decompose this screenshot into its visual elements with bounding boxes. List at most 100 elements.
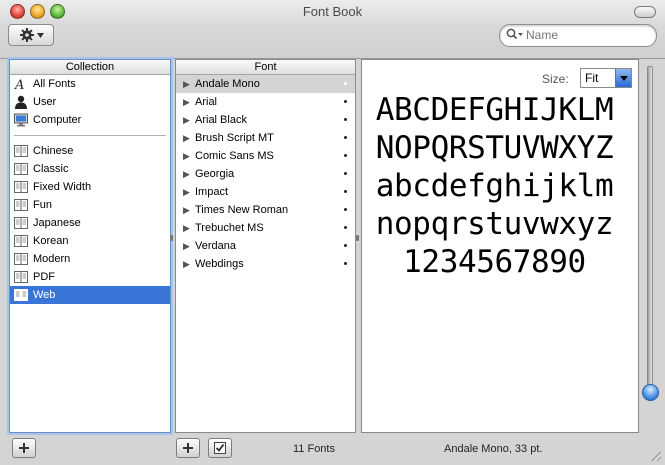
disclosure-triangle-icon[interactable]: ▶ xyxy=(183,165,190,183)
collection-item-web[interactable]: Web xyxy=(10,286,170,304)
collection-column-header[interactable]: Collection xyxy=(10,60,170,75)
font-item-verdana[interactable]: ▶ Verdana xyxy=(176,237,355,255)
font-collection-icon xyxy=(14,217,28,229)
font-enabled-dot-icon xyxy=(344,154,347,157)
add-collection-button[interactable] xyxy=(12,438,36,458)
checkbox-icon xyxy=(214,442,226,454)
action-menu-button[interactable] xyxy=(8,24,54,46)
font-item-label: Verdana xyxy=(195,240,236,252)
collection-item-japanese[interactable]: Japanese xyxy=(10,214,170,232)
sample-line: 1234567890 xyxy=(403,244,586,280)
font-collection-icon xyxy=(14,199,28,211)
font-item-andale-mono[interactable]: ▶ Andale Mono xyxy=(176,75,355,93)
collection-item-label: All Fonts xyxy=(33,78,76,90)
resize-grip[interactable] xyxy=(651,451,661,461)
user-silhouette-icon xyxy=(15,95,27,109)
collection-item-label: Modern xyxy=(33,253,71,265)
search-field[interactable] xyxy=(499,24,657,47)
font-item-trebuchet-ms[interactable]: ▶ Trebuchet MS xyxy=(176,219,355,237)
pane-splitter-left[interactable] xyxy=(170,235,173,241)
plus-icon xyxy=(183,443,193,453)
size-value: Fit xyxy=(585,71,599,85)
pane-splitter-right[interactable] xyxy=(356,235,359,241)
add-font-button[interactable] xyxy=(176,438,200,458)
selected-font-info: Andale Mono, 33 pt. xyxy=(444,443,543,455)
font-enabled-dot-icon xyxy=(344,208,347,211)
font-collection-icon xyxy=(14,181,28,193)
collection-item-computer[interactable]: Computer xyxy=(10,111,170,129)
font-list[interactable]: Font ▶ Andale Mono ▶ Arial ▶ Arial Black ▶ Brus… xyxy=(175,59,356,433)
size-label: Size: xyxy=(542,72,569,86)
font-item-brush-script-mt[interactable]: ▶ Brush Script MT xyxy=(176,129,355,147)
font-column-header[interactable]: Font xyxy=(176,60,355,75)
sample-line: ABCDEFGHIJKLM xyxy=(375,92,614,128)
collection-item-classic[interactable]: Classic xyxy=(10,160,170,178)
collection-item-label: User xyxy=(33,96,57,108)
svg-text:A: A xyxy=(14,78,24,91)
font-item-label: Impact xyxy=(195,186,229,198)
font-collection-icon xyxy=(14,253,28,265)
collection-item-fun[interactable]: Fun xyxy=(10,196,170,214)
disclosure-triangle-icon[interactable]: ▶ xyxy=(183,255,190,273)
font-item-arial-black[interactable]: ▶ Arial Black xyxy=(176,111,355,129)
collection-item-fixed-width[interactable]: Fixed Width xyxy=(10,178,170,196)
gear-icon xyxy=(19,28,34,42)
collection-divider xyxy=(14,135,166,136)
font-item-label: Brush Script MT xyxy=(195,132,274,144)
font-enabled-dot-icon xyxy=(344,244,347,247)
collection-item-pdf[interactable]: PDF xyxy=(10,268,170,286)
collection-item-chinese[interactable]: Chinese xyxy=(10,142,170,160)
size-popup[interactable]: Fit xyxy=(580,68,632,88)
collection-item-modern[interactable]: Modern xyxy=(10,250,170,268)
size-slider-track[interactable] xyxy=(647,66,653,400)
collection-item-label: Classic xyxy=(33,163,69,175)
collection-item-korean[interactable]: Korean xyxy=(10,232,170,250)
collection-item-label: Web xyxy=(33,289,56,301)
font-enabled-dot-icon xyxy=(344,172,347,175)
disclosure-triangle-icon[interactable]: ▶ xyxy=(183,111,190,129)
collection-item-all-fonts[interactable]: A All Fonts xyxy=(10,75,170,93)
collection-item-user[interactable]: User xyxy=(10,93,170,111)
font-item-webdings[interactable]: ▶ Webdings xyxy=(176,255,355,273)
collection-item-label: Chinese xyxy=(33,145,74,157)
font-enabled-dot-icon xyxy=(344,226,347,229)
computer-monitor-icon xyxy=(14,113,28,127)
font-collection-icon xyxy=(14,163,28,175)
font-item-label: Andale Mono xyxy=(195,78,260,90)
toolbar-toggle-button[interactable] xyxy=(634,6,656,18)
sample-line: NOPQRSTUVWXYZ xyxy=(375,130,614,166)
disclosure-triangle-icon[interactable]: ▶ xyxy=(183,237,190,255)
font-item-arial[interactable]: ▶ Arial xyxy=(176,93,355,111)
font-item-label: Arial xyxy=(195,96,218,108)
font-item-georgia[interactable]: ▶ Georgia xyxy=(176,165,355,183)
font-item-impact[interactable]: ▶ Impact xyxy=(176,183,355,201)
font-item-label: Comic Sans MS xyxy=(195,150,274,162)
disclosure-triangle-icon[interactable]: ▶ xyxy=(183,219,190,237)
popup-arrows-icon xyxy=(615,69,631,87)
font-item-label: Georgia xyxy=(195,168,235,180)
disclosure-triangle-icon[interactable]: ▶ xyxy=(183,75,190,93)
font-collection-icon xyxy=(14,289,28,301)
font-enabled-dot-icon xyxy=(344,118,347,121)
collection-item-label: Fixed Width xyxy=(33,181,92,193)
disclosure-triangle-icon[interactable]: ▶ xyxy=(183,183,190,201)
font-collection-icon xyxy=(14,271,28,283)
font-preview: Size: Fit ABCDEFGHIJKLM NOPQRSTUVWXYZ ab… xyxy=(361,59,639,433)
font-enabled-dot-icon xyxy=(344,136,347,139)
font-item-comic-sans-ms[interactable]: ▶ Comic Sans MS xyxy=(176,147,355,165)
disclosure-triangle-icon[interactable]: ▶ xyxy=(183,201,190,219)
font-item-times-new-roman[interactable]: ▶ Times New Roman xyxy=(176,201,355,219)
plus-icon xyxy=(19,443,29,453)
disclosure-triangle-icon[interactable]: ▶ xyxy=(183,129,190,147)
magnifier-icon[interactable] xyxy=(506,28,524,41)
size-slider-knob[interactable] xyxy=(642,384,659,401)
enable-font-button[interactable] xyxy=(208,438,232,458)
disclosure-triangle-icon[interactable]: ▶ xyxy=(183,93,190,111)
disclosure-triangle-icon[interactable]: ▶ xyxy=(183,147,190,165)
font-enabled-dot-icon xyxy=(344,82,347,85)
search-input[interactable] xyxy=(526,27,648,42)
chevron-down-icon xyxy=(36,32,44,38)
collection-item-label: Fun xyxy=(33,199,52,211)
font-book-window: Font Book Name Collection A All Fonts Us… xyxy=(0,0,665,465)
collection-list[interactable]: Collection A All Fonts User Computer Chi… xyxy=(9,59,171,433)
